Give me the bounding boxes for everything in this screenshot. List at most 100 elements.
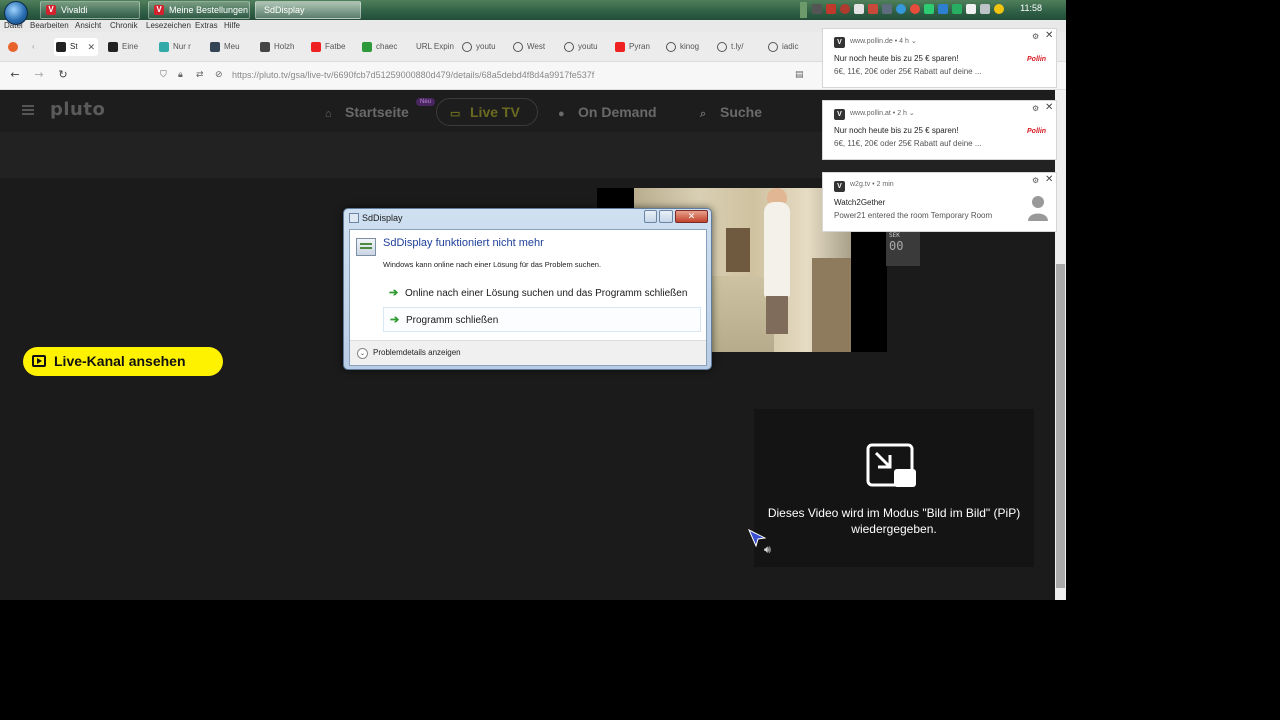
permissions-icon[interactable]: ⇄ [196,70,206,80]
tray-app-icon[interactable] [980,4,990,14]
tab-item[interactable]: URL Expin [400,38,454,56]
tray-app-icon[interactable] [966,4,976,14]
nav-live-tv[interactable]: ▭ Live TV [450,104,520,120]
close-icon[interactable]: ✕ [1045,174,1053,185]
taskbar-button-sddisplay[interactable]: SdDisplay [255,1,361,19]
play-circle-icon: ● [558,108,565,120]
problem-details-link[interactable]: Problemdetails anzeigen [373,348,461,357]
tab-item[interactable]: kinog [664,38,710,56]
firefox-icon[interactable] [6,38,20,56]
tab-item[interactable]: youtu [460,38,506,56]
scrollbar-thumb[interactable] [1056,264,1065,588]
vivaldi-icon: V [834,37,845,48]
notification-w2g[interactable]: V w2g.tv • 2 min ⚙ ✕ Watch2Gether Power2… [822,172,1057,232]
tray-app-icon[interactable] [868,4,878,14]
reader-view-icon[interactable]: ▤ [795,70,805,80]
tab-favicon [362,42,372,52]
notification-source: www.pollin.de • 4 h ⌄ [850,38,917,45]
vivaldi-icon: V [154,5,164,15]
tray-app-icon[interactable] [994,4,1004,14]
tray-app-icon[interactable] [952,4,962,14]
tab-item[interactable]: Holzh [258,38,304,56]
tab-label: t.ly/ [731,42,744,51]
menu-item-bookmarks[interactable]: Lesezeichen [146,21,191,30]
tab-close-icon[interactable]: ✕ [87,38,95,56]
tab-favicon [108,42,118,52]
back-icon[interactable]: ← [8,68,22,82]
pluto-logo[interactable]: pluto [50,99,105,120]
forward-icon[interactable]: → [32,68,46,82]
page-scrollbar[interactable] [1055,90,1066,600]
gear-icon[interactable]: ⚙ [1032,104,1039,113]
arrow-right-icon: ➔ [390,314,400,326]
start-button[interactable] [4,1,28,25]
reload-icon[interactable]: ↻ [56,68,70,82]
gear-icon[interactable]: ⚙ [1032,32,1039,41]
tray-chrome-icon[interactable] [910,4,920,14]
close-icon[interactable]: ✕ [1045,102,1053,113]
pip-placeholder[interactable]: Dieses Video wird im Modus "Bild im Bild… [754,409,1034,567]
screen: V Vivaldi V Meine Bestellungen ... SdDis… [0,0,1280,720]
tab-item[interactable]: Fatbe [309,38,355,56]
tray-steam-icon[interactable] [854,4,864,14]
error-dialog: SdDisplay ✕ SdDisplay funktioniert nicht… [343,208,712,370]
menu-icon[interactable] [22,105,34,115]
tab-label: Holzh [274,42,295,51]
gear-icon[interactable]: ⚙ [1032,176,1039,185]
tab-item[interactable]: Nur r [157,38,203,56]
picture-in-picture-icon [866,443,916,487]
menu-item-help[interactable]: Hilfe [224,21,240,30]
tab-item[interactable]: Meu [208,38,254,56]
shield-icon[interactable]: ⛉ [160,70,170,80]
speaker-icon[interactable]: 🔊︎ [764,543,771,557]
tab-item[interactable]: West [511,38,557,56]
sek-label: SEK [889,232,900,239]
tv-play-icon [32,355,46,367]
close-program-option[interactable]: ➔ Programm schließen [383,307,701,332]
nav-startseite[interactable]: ⌂ Startseite [325,104,409,120]
tab-item[interactable]: Eine [106,38,152,56]
tray-app-icon[interactable] [840,4,850,14]
tracking-icon[interactable]: ⊘ [215,70,225,80]
tray-app-icon[interactable] [924,4,934,14]
tray-shield-icon[interactable] [938,4,948,14]
lock-icon[interactable]: 🔒︎ [178,70,188,80]
windows-taskbar: V Vivaldi V Meine Bestellungen ... SdDis… [0,0,1066,25]
tab-active[interactable]: St ✕ [54,38,98,56]
taskbar-button-orders[interactable]: V Meine Bestellungen ... [148,1,250,19]
firefox-icon [8,42,18,52]
taskbar-button-vivaldi[interactable]: V Vivaldi [40,1,140,19]
live-channel-button[interactable]: Live-Kanal ansehen [23,347,223,376]
dialog-heading: SdDisplay funktioniert nicht mehr [383,237,544,249]
tray-network-icon[interactable] [896,4,906,14]
tab-item[interactable]: t.ly/ [715,38,761,56]
vivaldi-icon: V [46,5,56,15]
tray-arrow-icon[interactable] [812,4,822,14]
notification-pollin-de[interactable]: V www.pollin.de • 4 h ⌄ ⚙ ✕ Nur noch heu… [822,28,1057,88]
maximize-button[interactable] [659,210,673,223]
tab-scroll-left[interactable]: ‹ [32,38,44,56]
close-button[interactable]: ✕ [675,210,708,223]
menu-item-tools[interactable]: Extras [195,21,218,30]
menu-item-view[interactable]: Ansicht [75,21,101,30]
minimize-button[interactable] [644,210,657,223]
tab-item[interactable]: Pyran [613,38,659,56]
url-input[interactable]: https://pluto.tv/gsa/live-tv/6690fcb7d51… [232,70,594,80]
menu-item-edit[interactable]: Bearbeiten [30,21,69,30]
tv-icon: ▭ [450,108,461,120]
nav-suche[interactable]: ⌕ Suche [700,104,762,121]
tray-mute-icon[interactable] [826,4,836,14]
close-icon[interactable]: ✕ [1045,30,1053,41]
tab-item[interactable]: youtu [562,38,608,56]
dialog-subtext: Windows kann online nach einer Lösung fü… [383,260,602,269]
nav-label: Suche [720,104,763,120]
notification-source: www.pollin.at • 2 h ⌄ [850,110,915,117]
menu-item-history[interactable]: Chronik [110,21,138,30]
notification-pollin-at[interactable]: V www.pollin.at • 2 h ⌄ ⚙ ✕ Nur noch heu… [822,100,1057,160]
chevron-down-icon[interactable]: ⌄ [357,348,368,359]
nav-on-demand[interactable]: ● On Demand [558,104,657,120]
live-channel-label: Live-Kanal ansehen [54,353,186,369]
search-online-option[interactable]: ➔ Online nach einer Lösung suchen und da… [383,281,701,306]
tab-item[interactable]: iadic [766,38,812,56]
tray-app-icon[interactable] [882,4,892,14]
